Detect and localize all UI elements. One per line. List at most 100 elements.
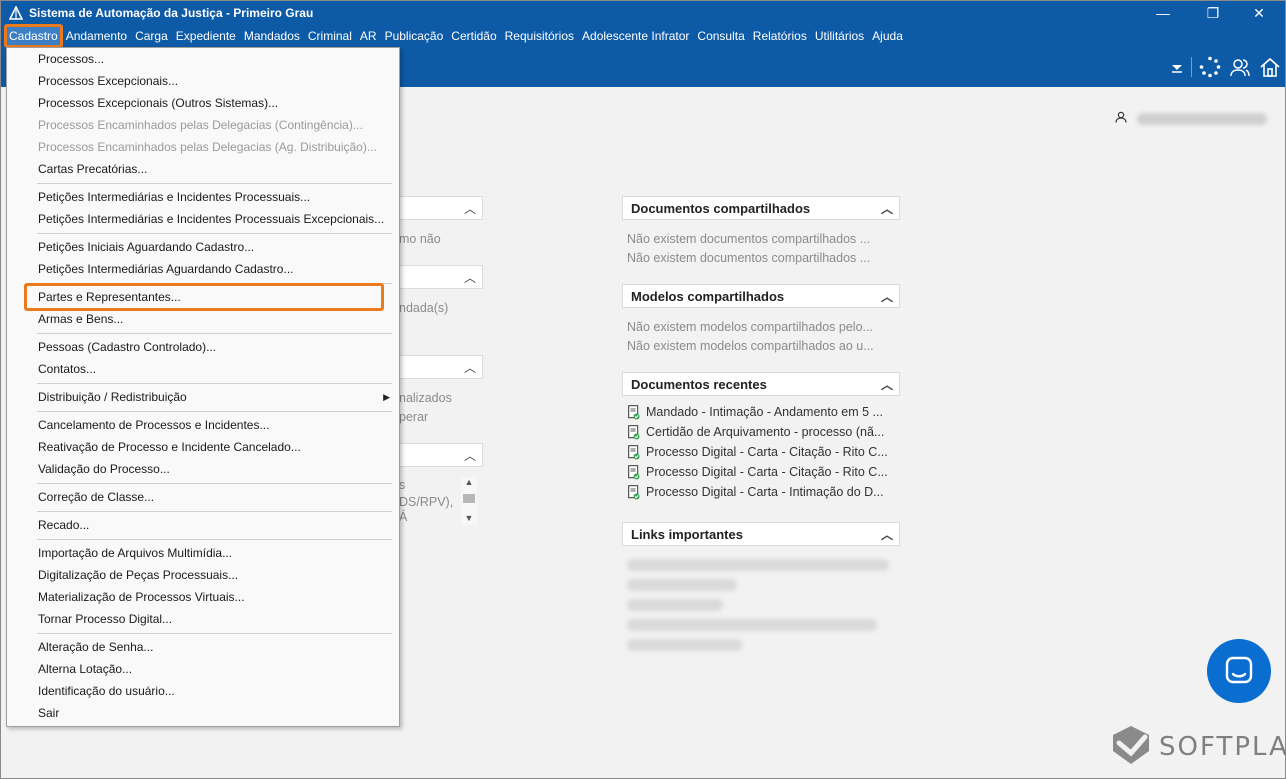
menu-adolescente-infrator[interactable]: Adolescente Infrator xyxy=(578,25,693,47)
users-icon[interactable] xyxy=(1228,55,1252,79)
saj-logo-icon xyxy=(9,6,23,20)
cadastro-menu-item[interactable]: Materialização de Processos Virtuais... xyxy=(8,586,398,608)
recent-doc-item[interactable]: Processo Digital - Carta - Intimação do … xyxy=(628,485,884,500)
link-redacted[interactable] xyxy=(627,599,723,611)
collapse-chevron-icon[interactable]: ︿ xyxy=(881,376,893,393)
menu-item-label: Materialização de Processos Virtuais... xyxy=(38,590,245,604)
menu-certidao[interactable]: Certidão xyxy=(447,25,500,47)
cadastro-menu-item[interactable]: Partes e Representantes... xyxy=(24,283,384,311)
link-redacted[interactable] xyxy=(627,579,737,591)
cadastro-menu-item[interactable]: Importação de Arquivos Multimídia... xyxy=(8,542,398,564)
shared-models-panel-header[interactable]: Modelos compartilhados ︿ xyxy=(622,284,900,308)
collapse-chevron-icon[interactable]: ︿ xyxy=(881,526,893,543)
cadastro-menu-item[interactable]: Digitalização de Peças Processuais... xyxy=(8,564,398,586)
panel-title: Links importantes xyxy=(631,526,743,542)
menu-carga[interactable]: Carga xyxy=(131,25,172,47)
left-panel-header-1[interactable]: ︿ xyxy=(396,196,483,220)
menu-utilitarios[interactable]: Utilitários xyxy=(811,25,868,47)
collapse-chevron-icon[interactable]: ︿ xyxy=(881,200,893,217)
left-panel-header-2[interactable]: ︿ xyxy=(396,265,483,289)
cadastro-menu-item[interactable]: Sair xyxy=(8,702,398,724)
menu-expediente[interactable]: Expediente xyxy=(172,25,240,47)
recent-doc-label: Mandado - Intimação - Andamento em 5 ... xyxy=(646,405,883,419)
chat-button[interactable] xyxy=(1207,639,1271,703)
dropdown-arrow-icon[interactable] xyxy=(1165,55,1189,79)
shared-models-empty-text: Não existem modelos compartilhados ao u.… xyxy=(627,339,874,353)
link-redacted[interactable] xyxy=(627,639,742,651)
cadastro-menu-item[interactable]: Petições Intermediárias Aguardando Cadas… xyxy=(8,258,398,280)
menu-item-label: Processos... xyxy=(38,52,105,66)
menu-item-label: Petições Intermediárias e Incidentes Pro… xyxy=(38,190,311,204)
recent-docs-panel-header[interactable]: Documentos recentes ︿ xyxy=(622,372,900,396)
menu-item-label: Processos Encaminhados pelas Delegacias … xyxy=(38,140,377,154)
recent-doc-item[interactable]: Processo Digital - Carta - Citação - Rit… xyxy=(628,465,888,480)
cadastro-menu-item[interactable]: Petições Iniciais Aguardando Cadastro... xyxy=(8,236,398,258)
cadastro-menu-item[interactable]: Identificação do usuário... xyxy=(8,680,398,702)
vertical-scrollbar[interactable]: ▲ ▼ xyxy=(461,477,477,525)
softplan-emblem-icon xyxy=(1109,723,1153,770)
collapse-chevron-icon[interactable]: ︿ xyxy=(464,447,476,464)
scroll-up-icon[interactable]: ▲ xyxy=(461,477,477,487)
collapse-chevron-icon[interactable]: ︿ xyxy=(881,288,893,305)
collapse-chevron-icon[interactable]: ︿ xyxy=(464,200,476,217)
menu-requisitorios[interactable]: Requisitórios xyxy=(501,25,578,47)
close-button[interactable]: ✕ xyxy=(1237,1,1281,25)
user-name-redacted xyxy=(1137,112,1267,125)
minimize-button[interactable]: — xyxy=(1141,1,1185,25)
cadastro-menu-item[interactable]: Cartas Precatórias... xyxy=(8,158,398,180)
cadastro-menu-item[interactable]: Petições Intermediárias e Incidentes Pro… xyxy=(8,208,398,230)
links-panel-header[interactable]: Links importantes ︿ xyxy=(622,522,900,546)
shared-docs-empty-text: Não existem documentos compartilhados ..… xyxy=(627,251,871,265)
recent-doc-item[interactable]: Mandado - Intimação - Andamento em 5 ... xyxy=(628,405,883,420)
menu-item-label: Petições Intermediárias e Incidentes Pro… xyxy=(38,212,385,226)
scroll-down-icon[interactable]: ▼ xyxy=(461,513,477,523)
menu-relatorios[interactable]: Relatórios xyxy=(749,25,811,47)
left-panel-header-4[interactable]: ︿ xyxy=(396,443,483,467)
menu-item-label: Processos Excepcionais... xyxy=(38,74,179,88)
cadastro-menu-item[interactable]: Reativação de Processo e Incidente Cance… xyxy=(8,436,398,458)
shared-docs-panel-header[interactable]: Documentos compartilhados ︿ xyxy=(622,196,900,220)
maximize-button[interactable]: ❐ xyxy=(1191,1,1235,25)
cadastro-menu-item[interactable]: Petições Intermediárias e Incidentes Pro… xyxy=(8,186,398,208)
recent-doc-label: Processo Digital - Carta - Citação - Rit… xyxy=(646,445,888,459)
cadastro-menu-item[interactable]: Processos Excepcionais (Outros Sistemas)… xyxy=(8,92,398,114)
cadastro-menu-item[interactable]: Cancelamento de Processos e Incidentes..… xyxy=(8,414,398,436)
menu-item-label: Reativação de Processo e Incidente Cance… xyxy=(38,440,301,454)
cadastro-menu-item[interactable]: Contatos... xyxy=(8,358,398,380)
cadastro-menu-item[interactable]: Validação do Processo... xyxy=(8,458,398,480)
cadastro-menu-item[interactable]: Processos Excepcionais... xyxy=(8,70,398,92)
left-panel-header-3[interactable]: ︿ xyxy=(396,355,483,379)
menu-publicacao[interactable]: Publicação xyxy=(381,25,448,47)
cadastro-menu-item[interactable]: Armas e Bens... xyxy=(8,308,398,330)
collapse-chevron-icon[interactable]: ︿ xyxy=(464,359,476,376)
menu-criminal[interactable]: Criminal xyxy=(304,25,356,47)
collapse-chevron-icon[interactable]: ︿ xyxy=(464,269,476,286)
menu-ar[interactable]: AR xyxy=(356,25,381,47)
menu-consulta[interactable]: Consulta xyxy=(693,25,748,47)
menu-ajuda[interactable]: Ajuda xyxy=(868,25,907,47)
home-icon[interactable] xyxy=(1258,55,1282,79)
menu-mandados[interactable]: Mandados xyxy=(240,25,304,47)
cadastro-menu-item[interactable]: Distribuição / Redistribuição ▶ xyxy=(8,386,398,408)
menu-item-label: Alterna Lotação... xyxy=(38,662,133,676)
recent-doc-label: Certidão de Arquivamento - processo (nã.… xyxy=(646,425,885,439)
cadastro-menu-item[interactable]: Recado... xyxy=(8,514,398,536)
recent-doc-item[interactable]: Processo Digital - Carta - Citação - Rit… xyxy=(628,445,888,460)
scroll-thumb[interactable] xyxy=(463,494,475,503)
user-area[interactable] xyxy=(1115,111,1267,126)
link-redacted[interactable] xyxy=(627,619,877,631)
left-panel-text: Á xyxy=(399,510,408,524)
loading-icon[interactable] xyxy=(1198,55,1222,79)
cadastro-menu-item[interactable]: Tornar Processo Digital... xyxy=(8,608,398,630)
menu-separator xyxy=(37,383,392,384)
cadastro-menu-item[interactable]: Alterna Lotação... xyxy=(8,658,398,680)
cadastro-menu-item[interactable]: Processos... xyxy=(8,48,398,70)
menu-cadastro[interactable]: Cadastro xyxy=(4,24,63,48)
link-redacted[interactable] xyxy=(627,559,889,571)
cadastro-menu-item[interactable]: Correção de Classe... xyxy=(8,486,398,508)
recent-doc-item[interactable]: Certidão de Arquivamento - processo (nã.… xyxy=(628,425,885,440)
cadastro-menu-item[interactable]: Pessoas (Cadastro Controlado)... xyxy=(8,336,398,358)
menu-andamento[interactable]: Andamento xyxy=(62,25,131,47)
panel-title: Documentos recentes xyxy=(631,376,767,392)
cadastro-menu-item[interactable]: Alteração de Senha... xyxy=(8,636,398,658)
